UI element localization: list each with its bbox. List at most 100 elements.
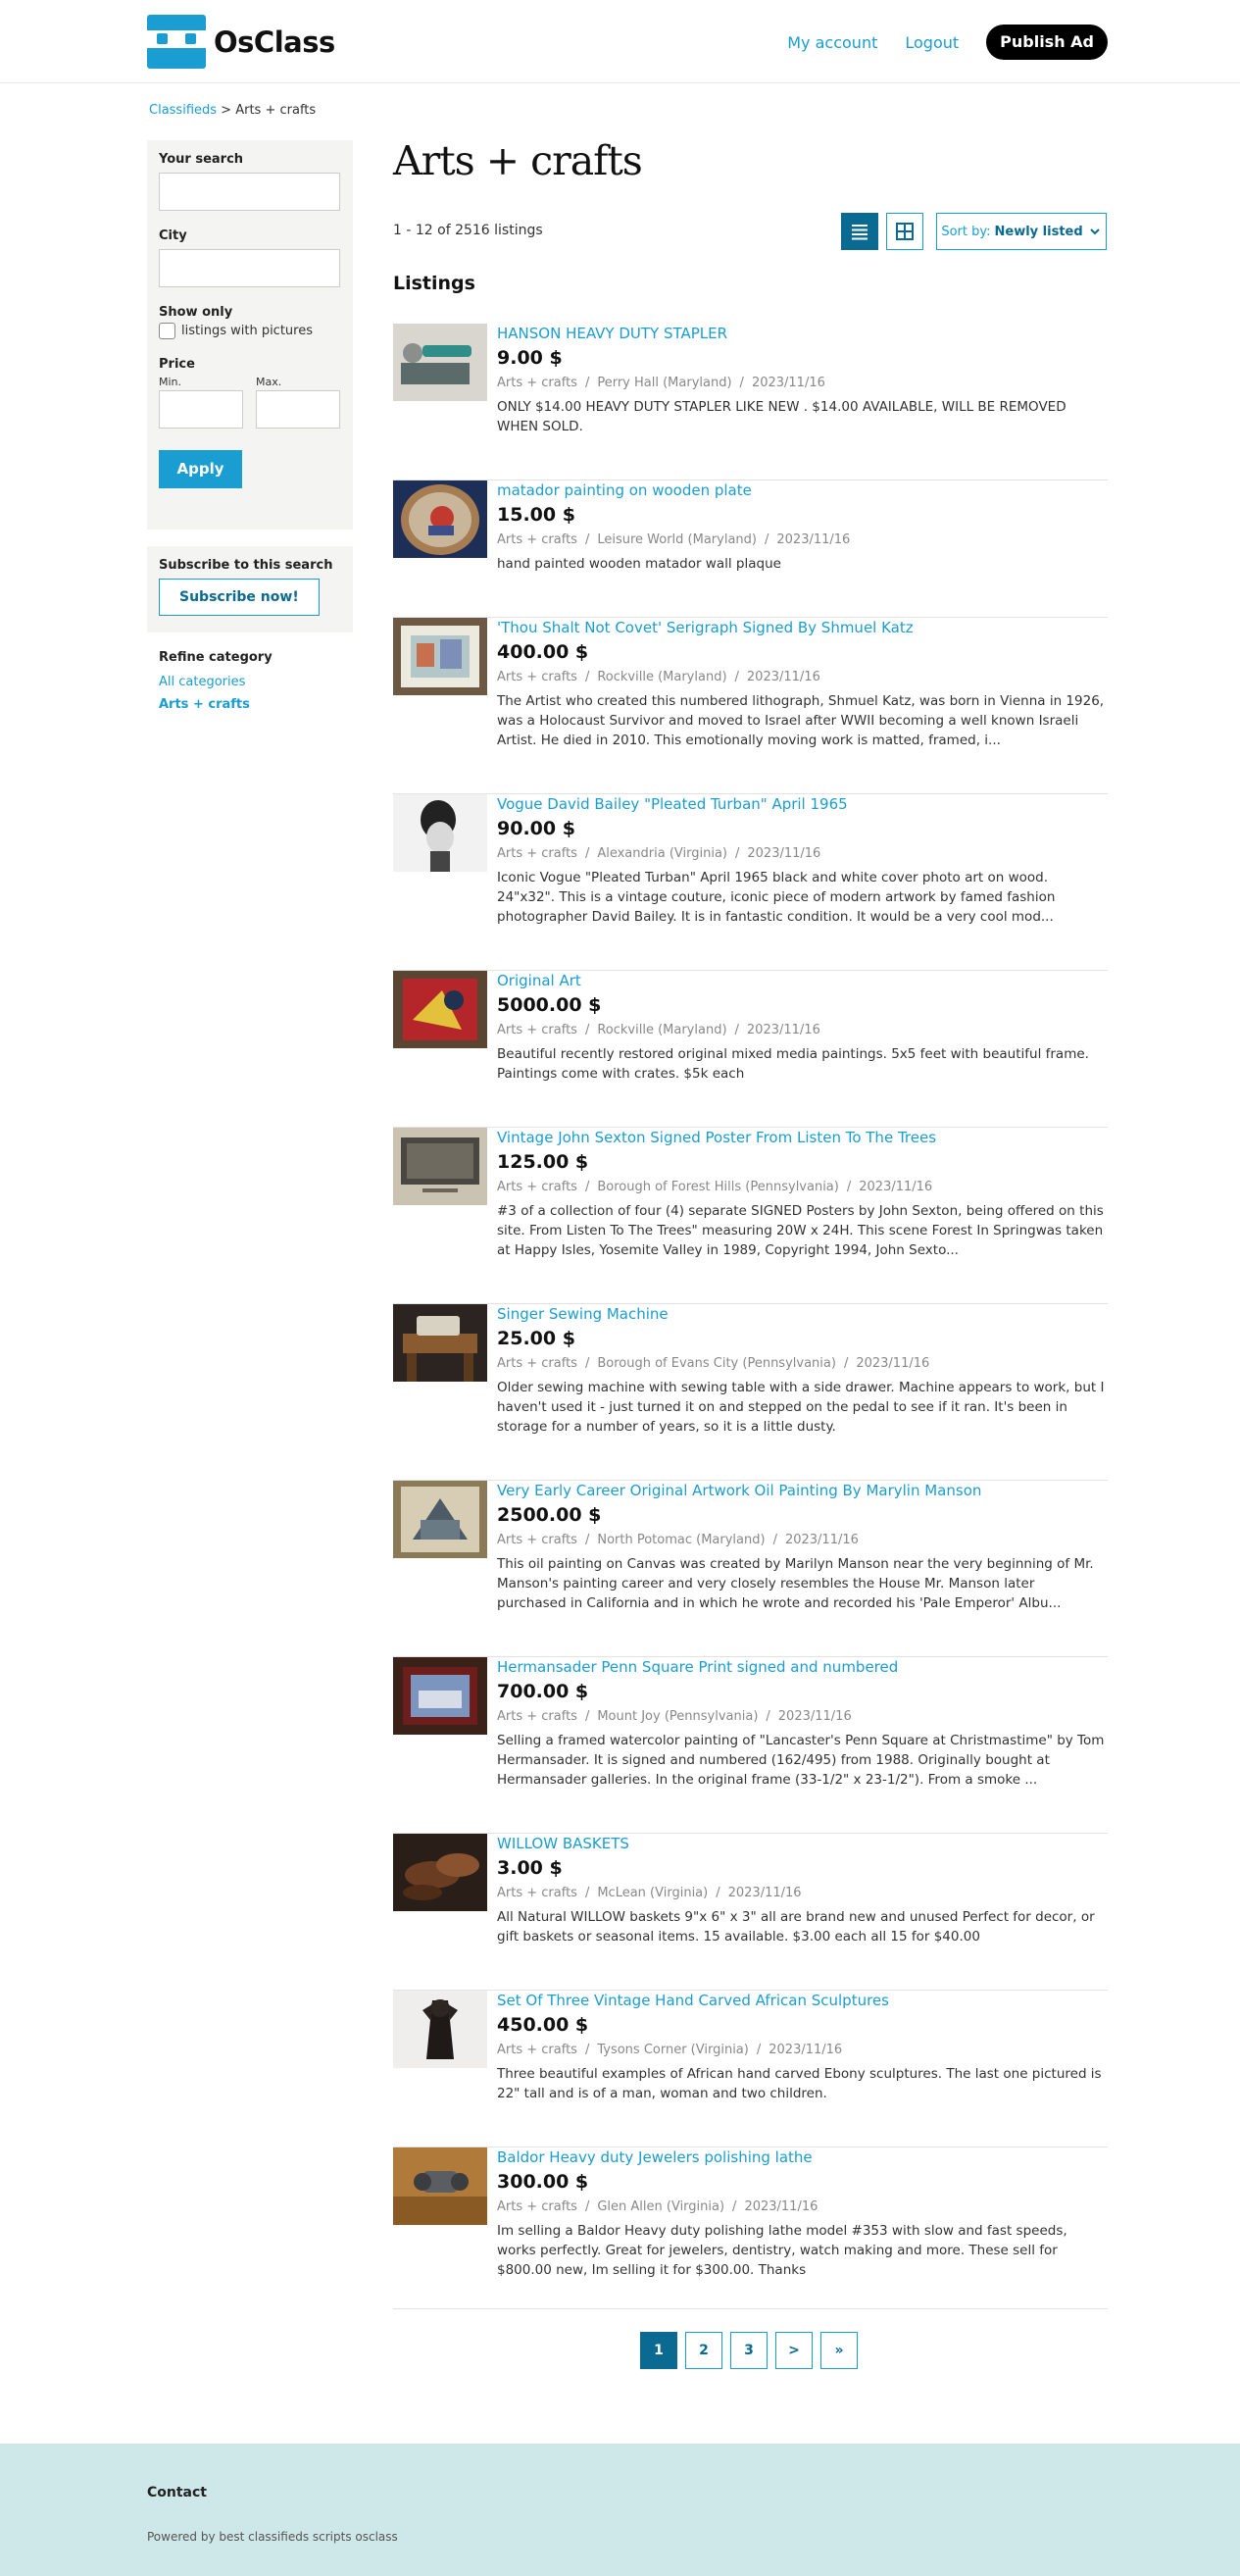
- listing-thumbnail[interactable]: [393, 1128, 487, 1205]
- my-account-link[interactable]: My account: [787, 33, 877, 52]
- subscribe-button[interactable]: Subscribe now!: [159, 579, 320, 616]
- listing-price: 25.00 $: [497, 1328, 575, 1349]
- subscribe-panel: Subscribe to this search Subscribe now!: [147, 546, 353, 632]
- listing-description: Older sewing machine with sewing table w…: [497, 1380, 1105, 1435]
- price-max-label: Max.: [256, 376, 282, 388]
- listing-price: 125.00 $: [497, 1151, 589, 1173]
- listing-item: Vogue David Bailey "Pleated Turban" Apri…: [393, 794, 1108, 971]
- listing-category: Arts + crafts: [497, 1886, 577, 1900]
- listing-thumbnail[interactable]: [393, 1834, 487, 1911]
- listing-location: Borough of Forest Hills (Pennsylvania): [597, 1180, 839, 1194]
- footer-contact-link[interactable]: Contact: [147, 2485, 207, 2500]
- listing-title-link[interactable]: WILLOW BASKETS: [497, 1834, 1107, 1853]
- category-all-link[interactable]: All categories: [159, 671, 273, 693]
- pagination: 1 2 3 >»: [640, 2332, 858, 2369]
- listing-date: 2023/11/16: [859, 1180, 933, 1194]
- listing-date: 2023/11/16: [776, 532, 851, 547]
- city-input[interactable]: [159, 249, 340, 287]
- page-button[interactable]: 3: [730, 2332, 768, 2369]
- logout-link[interactable]: Logout: [905, 33, 959, 52]
- listing-title-link[interactable]: Singer Sewing Machine: [497, 1304, 1107, 1324]
- listing-description: #3 of a collection of four (4) separate …: [497, 1203, 1104, 1258]
- listing-title-link[interactable]: matador painting on wooden plate: [497, 480, 1107, 500]
- listing-date: 2023/11/16: [746, 1023, 820, 1037]
- listing-category: Arts + crafts: [497, 1023, 577, 1037]
- listing-thumbnail[interactable]: [393, 971, 487, 1048]
- your-search-label: Your search: [159, 152, 244, 167]
- breadcrumb-home-link[interactable]: Classifieds: [149, 103, 217, 118]
- sort-prefix: Sort by:: [941, 224, 991, 239]
- listing-item: Original Art 5000.00 $ Arts + crafts / Rockv…: [393, 971, 1108, 1128]
- refine-title: Refine category: [159, 650, 273, 665]
- listing-location: Mount Joy (Pennsylvania): [597, 1709, 759, 1724]
- listing-date: 2023/11/16: [746, 670, 820, 684]
- listing-category: Arts + crafts: [497, 1533, 577, 1547]
- listing-title-link[interactable]: Very Early Career Original Artwork Oil P…: [497, 1481, 1107, 1500]
- listing-meta: Arts + crafts / Leisure World (Maryland)/2…: [497, 532, 851, 547]
- show-only-label: Show only: [159, 305, 233, 320]
- listing-meta: Arts + crafts / Borough of Forest Hills (P…: [497, 1180, 933, 1194]
- listing-thumbnail[interactable]: [393, 1481, 487, 1558]
- listing-title-link[interactable]: Baldor Heavy duty Jewelers polishing lat…: [497, 2147, 1107, 2167]
- list-view-button[interactable]: [841, 213, 878, 250]
- listing-location: Rockville (Maryland): [597, 1023, 727, 1037]
- page-button[interactable]: 2: [685, 2332, 722, 2369]
- listing-category: Arts + crafts: [497, 846, 577, 861]
- sort-dropdown[interactable]: Sort by: Newly listed: [936, 213, 1107, 250]
- chevron-down-icon: [1089, 228, 1100, 235]
- listing-title-link[interactable]: Hermansader Penn Square Print signed and…: [497, 1657, 1107, 1677]
- price-max-input[interactable]: [256, 390, 340, 429]
- price-min-input[interactable]: [159, 390, 243, 429]
- listing-thumbnail[interactable]: [393, 480, 487, 558]
- listing-thumbnail[interactable]: [393, 794, 487, 872]
- listing-category: Arts + crafts: [497, 1356, 577, 1371]
- page-title: Arts + crafts: [393, 137, 643, 184]
- results-count: 1 - 12 of 2516 listings: [393, 223, 543, 238]
- price-range: Min. Max.: [159, 376, 341, 429]
- listing-description: ONLY $14.00 HEAVY DUTY STAPLER LIKE NEW …: [497, 399, 1066, 434]
- listing-meta: Arts + crafts / Tysons Corner (Virginia)/2…: [497, 2043, 843, 2057]
- listing-date: 2023/11/16: [777, 1709, 852, 1724]
- listings-heading: Listings: [393, 273, 475, 294]
- listing-price: 2500.00 $: [497, 1504, 602, 1526]
- listing-date: 2023/11/16: [856, 1356, 930, 1371]
- listing-title-link[interactable]: HANSON HEAVY DUTY STAPLER: [497, 324, 1107, 343]
- listing-item: Baldor Heavy duty Jewelers polishing lat…: [393, 2147, 1108, 2309]
- listing-thumbnail[interactable]: [393, 618, 487, 695]
- listing-meta: Arts + crafts / Alexandria (Virginia)/2023…: [497, 846, 821, 861]
- listing-title-link[interactable]: Original Art: [497, 971, 1107, 990]
- category-current-link[interactable]: Arts + crafts: [159, 693, 273, 716]
- page-button[interactable]: >: [775, 2332, 813, 2369]
- listing-thumbnail[interactable]: [393, 1304, 487, 1382]
- site-footer: Contact Powered by best classifieds scri…: [0, 2444, 1240, 2576]
- listing-thumbnail[interactable]: [393, 324, 487, 401]
- page-button[interactable]: »: [820, 2332, 858, 2369]
- grid-view-button[interactable]: [886, 213, 923, 250]
- listing-price: 450.00 $: [497, 2014, 589, 2036]
- listing-title-link[interactable]: Vogue David Bailey "Pleated Turban" Apri…: [497, 794, 1107, 814]
- listing-thumbnail[interactable]: [393, 1991, 487, 2068]
- listing-title-link[interactable]: Set Of Three Vintage Hand Carved African…: [497, 1991, 1107, 2010]
- listing-title-link[interactable]: 'Thou Shalt Not Covet' Serigraph Signed …: [497, 618, 1107, 637]
- your-search-input[interactable]: [159, 173, 340, 211]
- listing-date: 2023/11/16: [727, 1886, 802, 1900]
- pictures-checkbox[interactable]: [159, 323, 175, 339]
- listing-thumbnail[interactable]: [393, 1657, 487, 1735]
- listing-title-link[interactable]: Vintage John Sexton Signed Poster From L…: [497, 1128, 1107, 1147]
- price-min-label: Min.: [159, 376, 182, 388]
- listing-item: Singer Sewing Machine 25.00 $ Arts + craft…: [393, 1304, 1108, 1481]
- listing-item: Very Early Career Original Artwork Oil P…: [393, 1481, 1108, 1657]
- listing-location: Leisure World (Maryland): [597, 532, 757, 547]
- listing-price: 9.00 $: [497, 347, 563, 369]
- apply-button[interactable]: Apply: [159, 450, 242, 488]
- listing-location: Alexandria (Virginia): [597, 846, 727, 861]
- page-button-current[interactable]: 1: [640, 2332, 677, 2369]
- listing-thumbnail[interactable]: [393, 2147, 487, 2225]
- pictures-filter[interactable]: listings with pictures: [159, 323, 341, 339]
- listing-price: 15.00 $: [497, 504, 575, 526]
- listing-date: 2023/11/16: [747, 846, 821, 861]
- publish-ad-button[interactable]: Publish Ad: [986, 25, 1108, 60]
- listing-item: 'Thou Shalt Not Covet' Serigraph Signed …: [393, 618, 1108, 794]
- site-logo[interactable]: OsClass: [147, 15, 335, 69]
- listing-location: North Potomac (Maryland): [597, 1533, 766, 1547]
